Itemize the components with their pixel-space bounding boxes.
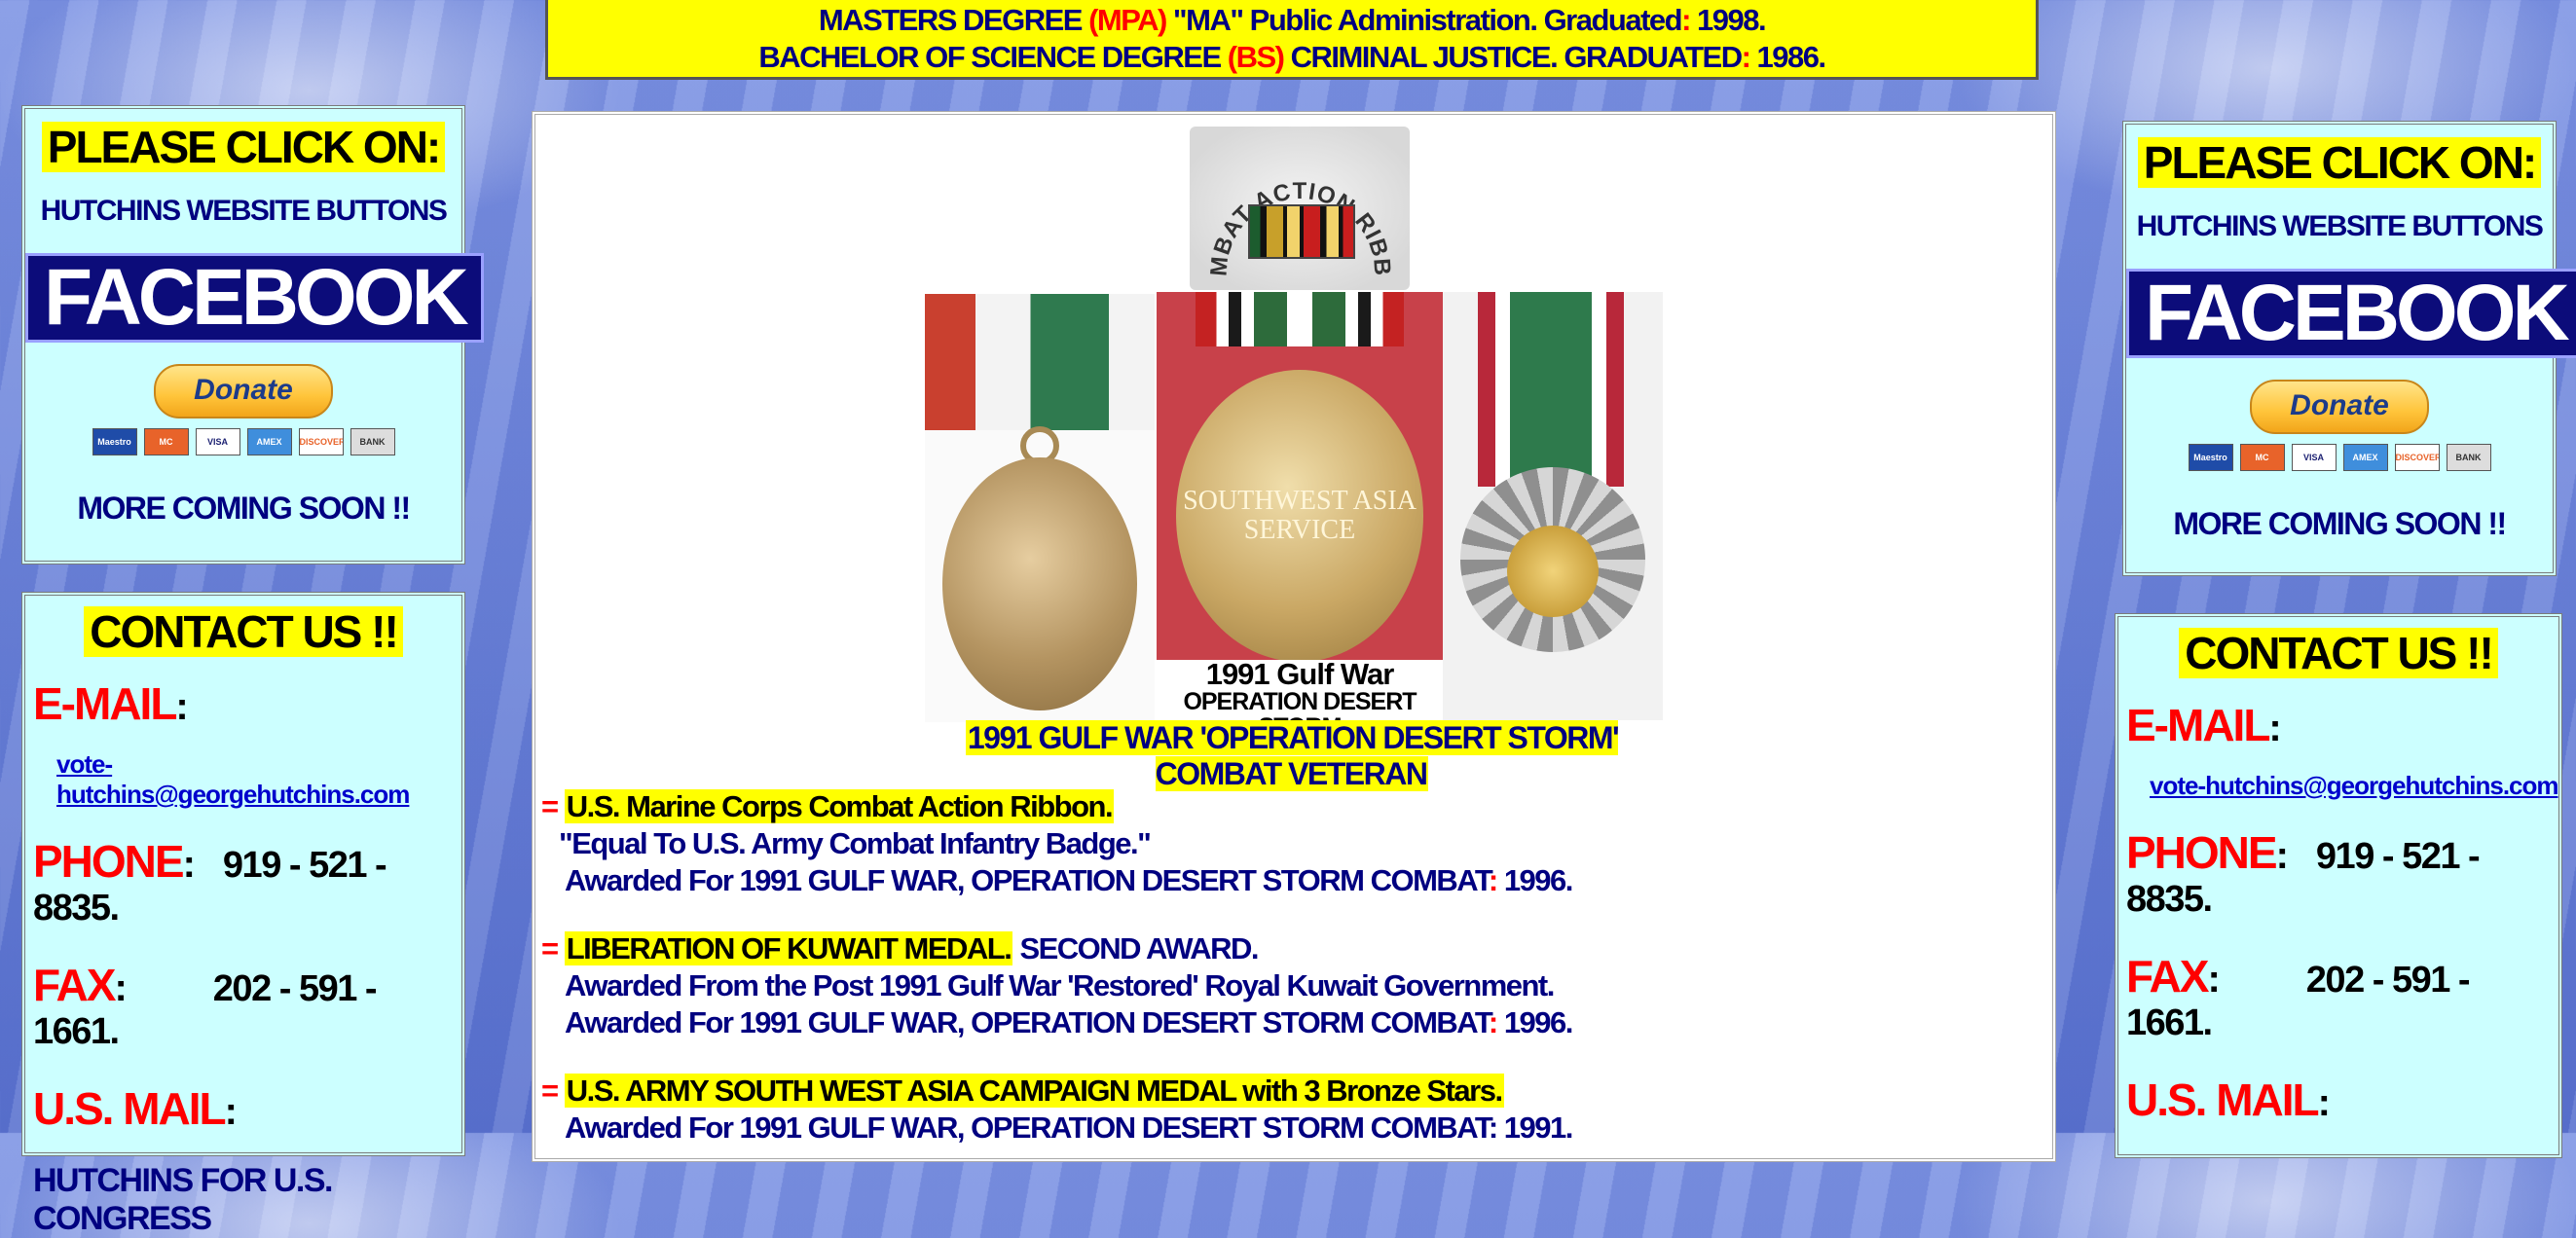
kuwait-medal-ribbon <box>925 294 1155 430</box>
award-southwest-asia-campaign-medal: = U.S. ARMY SOUTH WEST ASIA CAMPAIGN MED… <box>541 1073 1573 1147</box>
mastercard-icon: MC <box>143 428 189 455</box>
award-name: LIBERATION OF KUWAIT MEDAL. <box>564 931 1013 965</box>
medals-caption: 1991 GULF WAR 'OPERATION DESERT STORM' C… <box>913 720 1671 792</box>
award-detail: Awarded For 1991 GULF WAR, OPERATION DES… <box>565 863 1490 897</box>
degree-masters-prefix: MASTERS DEGREE <box>818 3 1089 37</box>
amex-card-icon: AMEX <box>246 428 292 455</box>
contact-panel: CONTACT US !! E-MAIL: vote-hutchins@geor… <box>2115 613 2562 1158</box>
facebook-button[interactable]: FACEBOOK <box>25 253 484 343</box>
degree-masters-text: "MA" Public Administration. Graduated <box>1165 3 1683 37</box>
award-bullet: = <box>541 789 565 823</box>
donate-button[interactable]: Donate <box>2250 380 2429 434</box>
discover-card-icon: DISCOVER <box>298 428 344 455</box>
payment-cards: Maestro MC VISA AMEX DISCOVER BANK <box>2126 444 2553 471</box>
email-colon: : <box>175 685 189 728</box>
swa-medal-coin: SOUTHWEST ASIA SERVICE <box>1176 370 1423 662</box>
email-label: E-MAIL <box>2126 700 2270 750</box>
award-extra: SECOND AWARD. <box>1012 931 1259 965</box>
email-label: E-MAIL <box>33 678 177 729</box>
award-name: U.S. ARMY SOUTH WEST ASIA CAMPAIGN MEDAL… <box>564 1074 1504 1108</box>
maestro-card-icon: Maestro <box>92 428 137 455</box>
click-title: PLEASE CLICK ON: <box>41 122 446 172</box>
mail-label: U.S. MAIL <box>2126 1074 2320 1125</box>
email-colon: : <box>2268 707 2282 749</box>
award-colon: : <box>1488 863 1498 897</box>
southwest-asia-medal-image: SOUTHWEST ASIA SERVICE 1991 Gulf War OPE… <box>1157 292 1443 740</box>
click-panel: PLEASE CLICK ON: HUTCHINS WEBSITE BUTTON… <box>21 105 484 564</box>
contact-title: CONTACT US !! <box>2179 628 2498 678</box>
saudi-kuwait-liberation-medal-image <box>1443 292 1663 720</box>
mail-address-line: HUTCHINS FOR U.S. CONGRESS <box>33 1162 333 1237</box>
click-title: PLEASE CLICK ON: <box>2137 137 2542 188</box>
email-link[interactable]: vote-hutchins@georgehutchins.com <box>56 749 410 809</box>
degree-masters-year: 1998. <box>1689 3 1767 37</box>
award-colon: : <box>1488 1005 1498 1039</box>
award-note: "Equal To U.S. Army Combat Infantry Badg… <box>559 826 1152 860</box>
phone-label: PHONE <box>2126 827 2278 878</box>
award-note: Awarded From the Post 1991 Gulf War 'Res… <box>565 968 1555 1002</box>
contact-panel: CONTACT US !! E-MAIL: vote-hutchins@geor… <box>21 592 465 1237</box>
award-combat-action-ribbon: = U.S. Marine Corps Combat Action Ribbon… <box>541 788 1574 899</box>
contact-title: CONTACT US !! <box>84 606 403 657</box>
buttons-label: HUTCHINS WEBSITE BUTTONS <box>40 195 448 227</box>
donate-button[interactable]: Donate <box>154 364 333 419</box>
visa-card-icon: VISA <box>195 428 240 455</box>
maestro-card-icon: Maestro <box>2188 444 2233 471</box>
award-detail: Awarded For 1991 GULF WAR, OPERATION DES… <box>565 1111 1573 1145</box>
amex-card-icon: AMEX <box>2342 444 2388 471</box>
award-kuwait-liberation-medal: = LIBERATION OF KUWAIT MEDAL. SECOND AWA… <box>541 930 1574 1041</box>
buttons-label: HUTCHINS WEBSITE BUTTONS <box>2136 210 2544 242</box>
kuwait-medal-coin <box>942 457 1137 710</box>
degree-bachelor-abbrev: (BS) <box>1227 40 1285 74</box>
more-coming-soon: MORE COMING SOON !! <box>77 491 411 526</box>
mastercard-icon: MC <box>2239 444 2285 471</box>
swa-medal-ribbon <box>1196 292 1404 346</box>
click-panel: PLEASE CLICK ON: HUTCHINS WEBSITE BUTTON… <box>2122 121 2576 576</box>
swa-medal-caption: 1991 Gulf War OPERATION DESERT STORM <box>1157 657 1443 740</box>
mail-colon: : <box>2317 1081 2331 1124</box>
phone-colon: : <box>182 843 196 886</box>
award-year: 1996. <box>1496 1005 1574 1039</box>
swa-coin-text-line1: SOUTHWEST ASIA <box>1183 486 1417 516</box>
saudi-medal-ribbon <box>1478 292 1624 487</box>
mail-colon: : <box>224 1090 238 1133</box>
fax-label: FAX <box>2126 951 2209 1001</box>
degree-bachelor-prefix: BACHELOR OF SCIENCE DEGREE <box>758 40 1228 74</box>
phone-colon: : <box>2275 834 2289 877</box>
combat-action-ribbon-image: COMBAT ACTION RIBBON <box>1190 127 1410 290</box>
email-link[interactable]: vote-hutchins@georgehutchins.com <box>2150 771 2558 800</box>
payment-cards: Maestro MC VISA AMEX DISCOVER BANK <box>25 428 461 455</box>
fax-label: FAX <box>33 960 116 1010</box>
swa-coin-text-line2: SERVICE <box>1243 515 1356 545</box>
award-detail: Awarded For 1991 GULF WAR, OPERATION DES… <box>565 1005 1490 1039</box>
saudi-medal-core <box>1507 526 1599 617</box>
fax-colon: : <box>114 966 128 1009</box>
award-bullet: = <box>541 931 565 965</box>
degree-masters-abbrev: (MPA) <box>1088 3 1167 37</box>
award-name: U.S. Marine Corps Combat Action Ribbon. <box>564 789 1115 823</box>
award-year: 1996. <box>1496 863 1574 897</box>
mail-label: U.S. MAIL <box>33 1083 227 1134</box>
degree-bachelor-text: CRIMINAL JUSTICE. GRADUATED <box>1283 40 1743 74</box>
kuwait-liberation-medal-image <box>925 294 1155 722</box>
visa-card-icon: VISA <box>2291 444 2337 471</box>
swa-coin-text: SOUTHWEST ASIA SERVICE <box>1176 487 1423 545</box>
discover-card-icon: DISCOVER <box>2394 444 2440 471</box>
degree-line-masters: MASTERS DEGREE (MPA) "MA" Public Adminis… <box>548 2 2036 39</box>
fax-colon: : <box>2207 958 2221 1001</box>
bank-icon: BANK <box>2446 444 2491 471</box>
degree-bachelor-year: 1986. <box>1749 40 1827 74</box>
facebook-button[interactable]: FACEBOOK <box>2126 269 2576 358</box>
degree-masters-colon: : <box>1681 3 1691 37</box>
bank-icon: BANK <box>350 428 395 455</box>
degree-line-bachelor: BACHELOR OF SCIENCE DEGREE (BS) CRIMINAL… <box>548 39 2036 76</box>
swa-caption-line1: 1991 Gulf War <box>1205 657 1395 691</box>
medals-caption-text: 1991 GULF WAR 'OPERATION DESERT STORM' C… <box>965 720 1620 791</box>
degrees-box: MASTERS DEGREE (MPA) "MA" Public Adminis… <box>545 0 2039 80</box>
ribbon-bar <box>1248 204 1355 259</box>
award-bullet: = <box>541 1074 565 1108</box>
phone-label: PHONE <box>33 836 185 887</box>
more-coming-soon: MORE COMING SOON !! <box>2173 506 2507 541</box>
